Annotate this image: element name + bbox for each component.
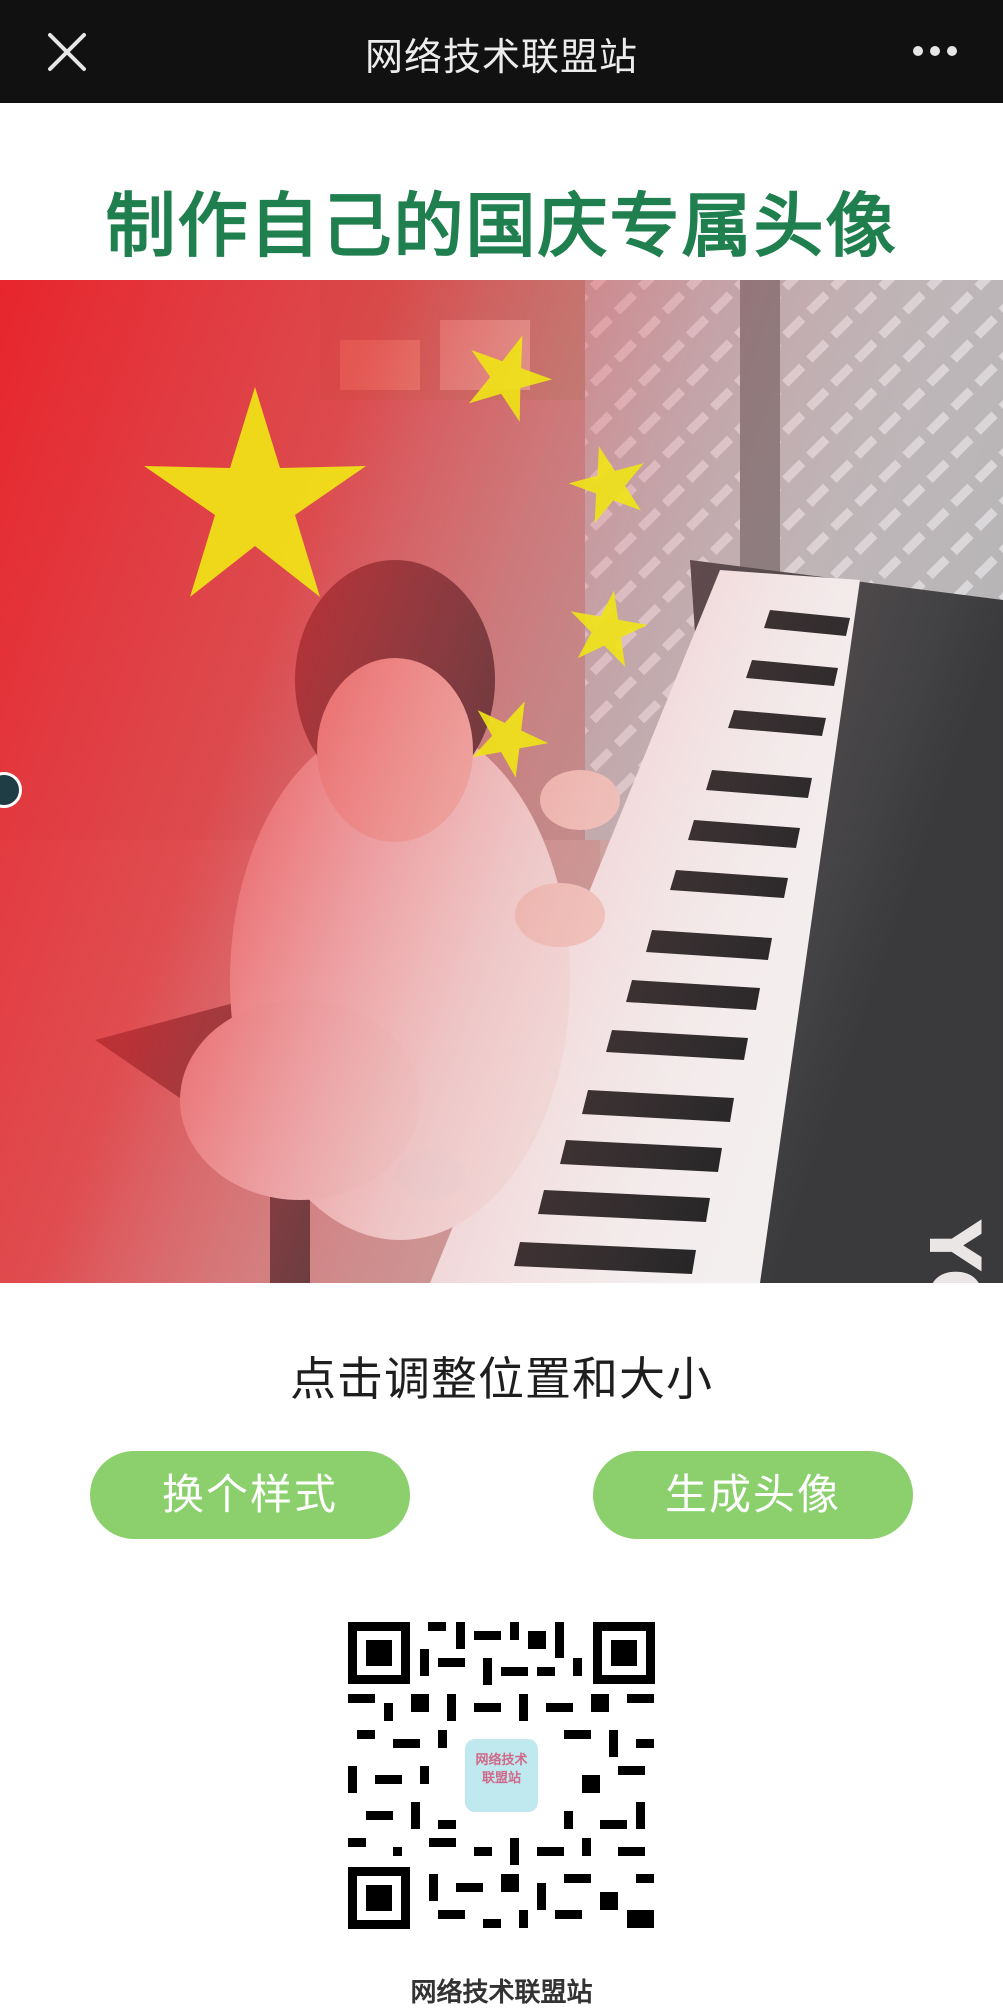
photo-canvas: YOL <box>0 280 1003 1283</box>
qr-logo-line-2: 联盟站 <box>481 1771 521 1786</box>
qr-logo-text: 网络技术 联盟站 <box>465 1752 538 1788</box>
generate-avatar-button[interactable]: 生成头像 <box>593 1451 913 1539</box>
qr-logo-line-1: 网络技术 <box>475 1753 528 1768</box>
page-heading: 制作自己的国庆专属头像 <box>105 185 898 267</box>
adjust-hint: 点击调整位置和大小 <box>290 1352 713 1406</box>
qr-code: 网络技术 联盟站 <box>348 1622 655 1929</box>
more-icon[interactable] <box>911 38 959 64</box>
avatar-photo-editor[interactable]: YOL <box>0 280 1003 1283</box>
window-title: 网络技术联盟站 <box>364 35 638 79</box>
top-bar: 网络技术联盟站 <box>0 0 1003 103</box>
change-style-button[interactable]: 换个样式 <box>90 1451 410 1539</box>
footer-label: 网络技术联盟站 <box>410 1978 593 2008</box>
